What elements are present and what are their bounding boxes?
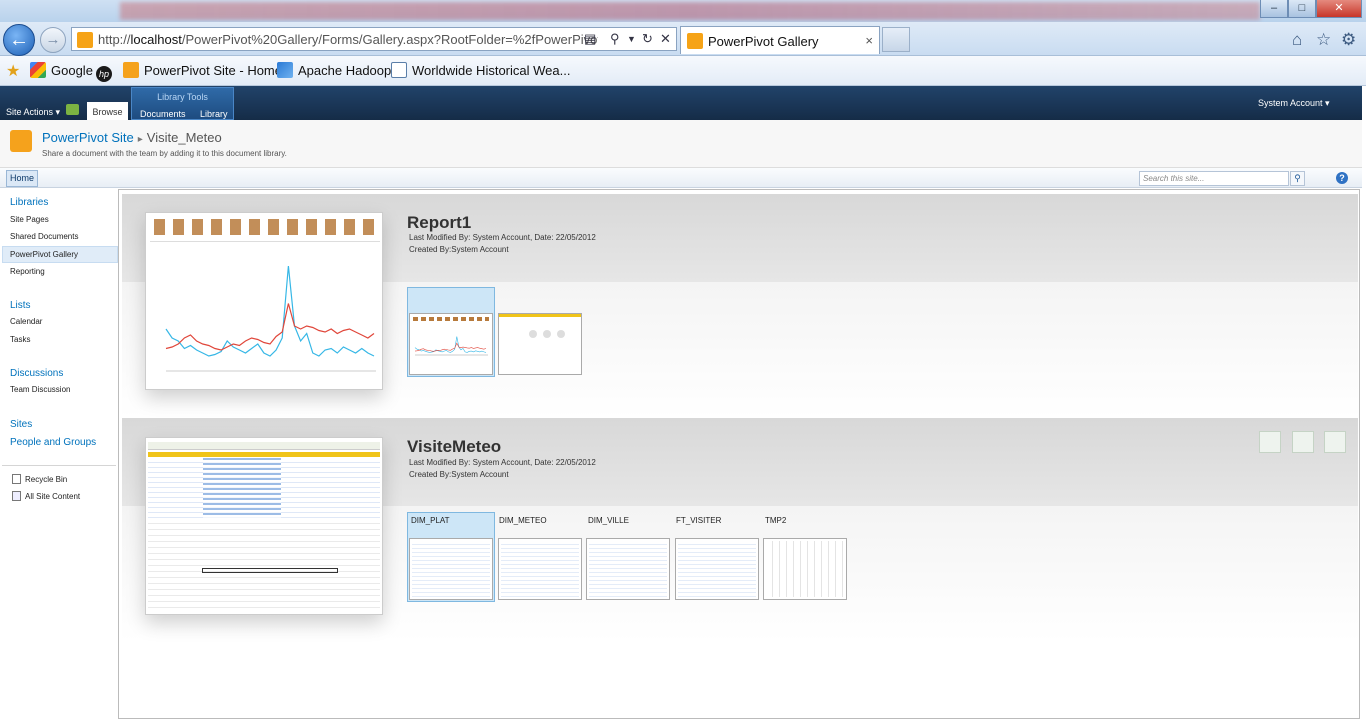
report1-mini-chart xyxy=(414,336,488,356)
hp-icon: hp xyxy=(96,66,112,82)
library-tools-group: Library Tools Documents Library xyxy=(131,87,234,120)
sheet-dim-ville-thumbnail[interactable] xyxy=(586,538,670,600)
tools-gear-icon[interactable]: ⚙ xyxy=(1341,30,1356,50)
navigate-up-icon[interactable] xyxy=(66,104,79,115)
quick-all-site-content[interactable]: All Site Content xyxy=(12,491,80,501)
visitemeteo-created: Created By:System Account xyxy=(409,470,509,479)
site-actions-menu[interactable]: Site Actions ▾ xyxy=(6,107,60,118)
quick-discussions-heading[interactable]: Discussions xyxy=(10,368,63,379)
quick-team-discussion[interactable]: Team Discussion xyxy=(10,385,70,394)
report1-sheet-1-selected[interactable] xyxy=(407,287,495,377)
powerpivot-icon xyxy=(123,62,139,78)
visitemeteo-large-thumbnail[interactable] xyxy=(145,437,383,615)
quick-lists-heading[interactable]: Lists xyxy=(10,300,31,311)
quick-divider xyxy=(2,465,116,466)
series-line-1 xyxy=(165,265,375,357)
site-favicon-icon xyxy=(77,32,93,48)
table-icon[interactable] xyxy=(1324,431,1346,453)
visitemeteo-modified: Last Modified By: System Account, Date: … xyxy=(409,458,596,467)
favorite-apache-hadoop[interactable]: Apache Hadoop xyxy=(277,62,391,78)
compat-view-icon[interactable]: ▤ xyxy=(584,31,596,47)
report1-title[interactable]: Report1 xyxy=(407,213,471,233)
address-bar[interactable]: http://localhost/PowerPivot%20Gallery/Fo… xyxy=(71,27,677,51)
ie-page-icon xyxy=(391,62,407,78)
breadcrumb-separator-icon: ▸ xyxy=(137,134,143,145)
nav-home[interactable]: Home xyxy=(6,170,38,187)
favorite-hp[interactable]: hp xyxy=(96,62,117,82)
report1-line-chart xyxy=(165,265,376,372)
favorites-star-icon[interactable]: ★ xyxy=(6,61,20,81)
report1-sheet-1-thumbnail xyxy=(409,313,493,375)
visitemeteo-title[interactable]: VisiteMeteo xyxy=(407,437,501,457)
search-input[interactable]: Search this site... xyxy=(1139,171,1289,186)
quick-sites-heading[interactable]: Sites xyxy=(10,419,32,430)
recycle-bin-icon xyxy=(12,474,21,484)
tab-powerpivot-gallery[interactable]: PowerPivot Gallery × xyxy=(680,26,880,54)
tab-close-icon[interactable]: × xyxy=(865,33,873,48)
favorite-google[interactable]: Google xyxy=(30,62,93,78)
site-content-icon xyxy=(12,491,21,501)
sheet-label-dim-meteo[interactable]: DIM_METEO xyxy=(499,516,547,525)
tab-favicon-icon xyxy=(687,33,703,49)
favorite-powerpivot-site[interactable]: PowerPivot Site - Home xyxy=(123,62,282,78)
library-tools-label: Library Tools xyxy=(157,92,208,102)
user-menu[interactable]: System Account ▾ xyxy=(1258,98,1330,109)
breadcrumb: PowerPivot Site ▸ Visite_Meteo xyxy=(42,130,222,145)
tab-title: PowerPivot Gallery xyxy=(708,34,819,49)
quick-site-pages[interactable]: Site Pages xyxy=(10,215,49,224)
close-window-button[interactable]: ✕ xyxy=(1316,0,1362,18)
series-line-2 xyxy=(414,342,487,352)
search-button-icon[interactable]: ⚲ xyxy=(1290,171,1305,186)
window-title-blurred xyxy=(120,2,1260,20)
tab-documents[interactable]: Documents xyxy=(140,109,186,119)
quick-recycle-bin[interactable]: Recycle Bin xyxy=(12,474,67,484)
tab-library[interactable]: Library xyxy=(200,109,228,119)
sheet-dim-meteo-thumbnail[interactable] xyxy=(498,538,582,600)
search-icon[interactable]: ⚲ xyxy=(610,31,620,47)
address-url[interactable]: http://localhost/PowerPivot%20Gallery/Fo… xyxy=(98,32,598,47)
sheet-ft-visiter-thumbnail[interactable] xyxy=(675,538,759,600)
quick-people-groups[interactable]: People and Groups xyxy=(10,437,96,448)
report1-large-thumbnail[interactable] xyxy=(145,212,383,390)
forward-arrow-icon[interactable]: → xyxy=(40,27,66,53)
quick-powerpivot-gallery[interactable]: PowerPivot Gallery xyxy=(10,250,78,259)
sheet-dim-plat-thumbnail[interactable] xyxy=(409,538,493,600)
quick-shared-documents[interactable]: Shared Documents xyxy=(10,232,78,241)
report1-created: Created By:System Account xyxy=(409,245,509,254)
quick-reporting[interactable]: Reporting xyxy=(10,267,45,276)
chart-icon[interactable] xyxy=(1292,431,1314,453)
report1-sheet-2-thumbnail[interactable] xyxy=(498,313,582,375)
breadcrumb-site-link[interactable]: PowerPivot Site xyxy=(42,130,134,145)
quick-libraries-heading[interactable]: Libraries xyxy=(10,197,48,208)
dropdown-arrow-icon[interactable]: ▼ xyxy=(627,34,636,44)
page-title: Visite_Meteo xyxy=(146,130,222,145)
favorite-worldwide-weather[interactable]: Worldwide Historical Wea... xyxy=(391,62,570,78)
help-icon[interactable]: ? xyxy=(1336,172,1348,184)
home-icon[interactable]: ⌂ xyxy=(1292,30,1302,50)
sheet-label-dim-plat[interactable]: DIM_PLAT xyxy=(411,516,450,525)
windows-icon xyxy=(277,62,293,78)
google-icon xyxy=(30,62,46,78)
tab-browse[interactable]: Browse xyxy=(87,102,128,120)
report1-modified: Last Modified By: System Account, Date: … xyxy=(409,233,596,242)
series-line-2 xyxy=(165,303,375,351)
sheet-tmp2-thumbnail[interactable] xyxy=(763,538,847,600)
food-image-strip xyxy=(154,219,376,235)
page-description: Share a document with the team by adding… xyxy=(42,149,287,158)
sheet-label-tmp2[interactable]: TMP2 xyxy=(765,516,786,525)
favorites-star-icon[interactable]: ☆ xyxy=(1316,30,1331,50)
stop-icon[interactable]: ✕ xyxy=(660,31,671,47)
refresh-icon[interactable]: ↻ xyxy=(642,31,653,47)
new-tab-button[interactable] xyxy=(882,27,910,52)
site-logo-icon[interactable] xyxy=(10,130,32,152)
quick-calendar[interactable]: Calendar xyxy=(10,317,42,326)
quick-tasks[interactable]: Tasks xyxy=(10,335,30,344)
sheet-label-ft-visiter[interactable]: FT_VISITER xyxy=(676,516,721,525)
back-arrow-icon[interactable]: ← xyxy=(3,24,35,56)
sheet-label-dim-ville[interactable]: DIM_VILLE xyxy=(588,516,629,525)
minimize-button[interactable]: – xyxy=(1260,0,1288,18)
excel-icon[interactable] xyxy=(1259,431,1281,453)
maximize-button[interactable]: □ xyxy=(1288,0,1316,18)
